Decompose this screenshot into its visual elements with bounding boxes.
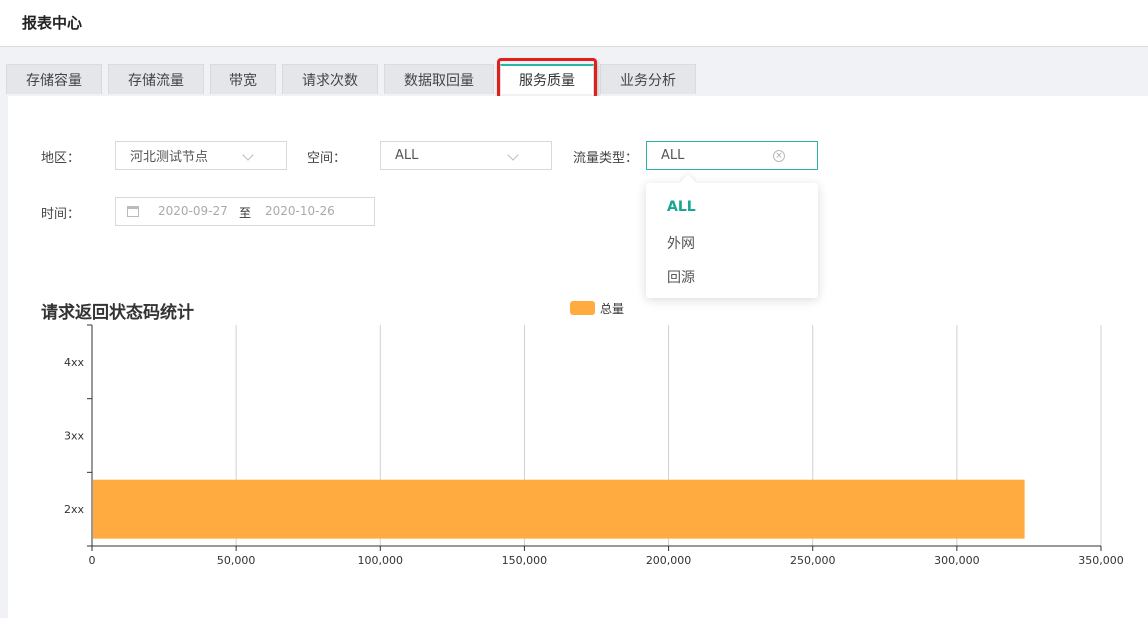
- x-tick-label: 300,000: [934, 554, 980, 567]
- x-tick-label: 250,000: [790, 554, 836, 567]
- y-tick-label: 4xx: [64, 356, 85, 369]
- x-tick-label: 100,000: [358, 554, 404, 567]
- y-tick-label: 3xx: [64, 430, 85, 443]
- x-tick-label: 50,000: [217, 554, 256, 567]
- x-tick-label: 150,000: [502, 554, 548, 567]
- x-tick-label: 350,000: [1078, 554, 1124, 567]
- status-code-chart: 0 50,000 100,000 150,000 200,000 250,000 300,0…: [64, 324, 1124, 567]
- x-tick-label: 0: [89, 554, 96, 567]
- bar-2xx: [93, 479, 1025, 539]
- y-tick-label: 2xx: [64, 503, 85, 516]
- x-tick-label: 200,000: [646, 554, 692, 567]
